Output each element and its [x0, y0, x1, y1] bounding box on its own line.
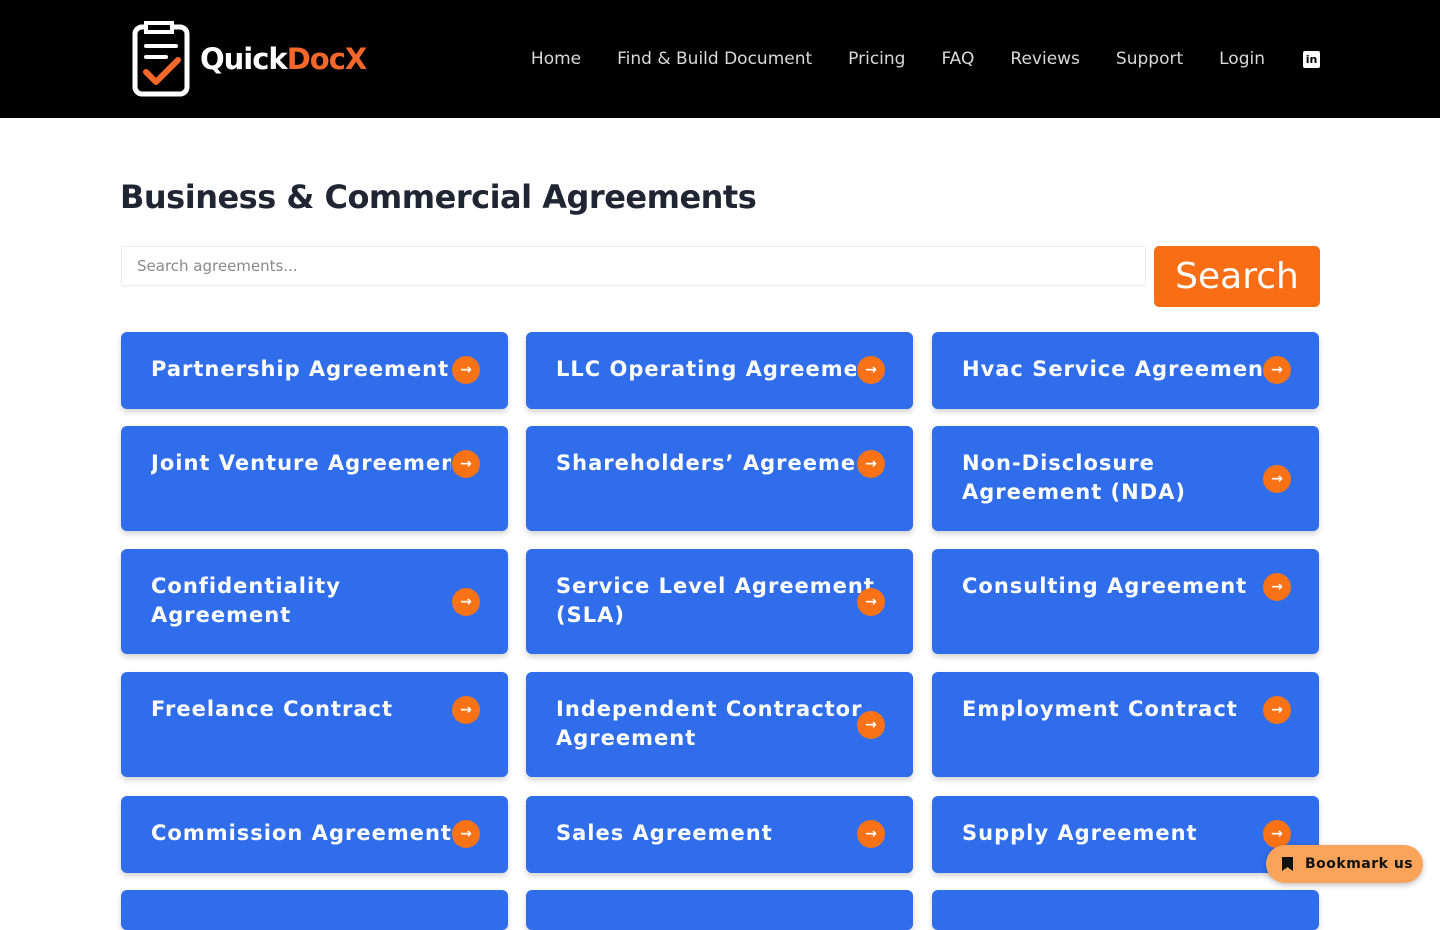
bookmark-icon	[1282, 857, 1293, 871]
nav-pricing[interactable]: Pricing	[848, 47, 905, 71]
agreement-card-label: LLC Operating Agreement	[556, 357, 856, 381]
agreement-card-shareholders[interactable]: Shareholders’ Agreement →	[526, 426, 913, 531]
agreement-card-label: Service Level Agreement (SLA)	[556, 574, 875, 627]
search-input[interactable]	[121, 246, 1146, 286]
agreement-card-label: Confidentiality Agreement	[151, 574, 341, 627]
agreement-card-partnership[interactable]: Partnership Agreement →	[121, 332, 508, 409]
arrow-right-icon: →	[452, 450, 480, 478]
arrow-right-icon: →	[1263, 696, 1291, 724]
nav-login[interactable]: Login	[1219, 47, 1265, 71]
arrow-right-icon: →	[857, 450, 885, 478]
nav-home[interactable]: Home	[531, 47, 581, 71]
search-button[interactable]: Search	[1154, 246, 1320, 307]
agreement-card-label: Shareholders’ Agreement	[556, 451, 856, 475]
agreement-card-label: Employment Contract	[962, 697, 1238, 721]
agreement-card-sla[interactable]: Service Level Agreement (SLA) →	[526, 549, 913, 654]
agreement-card-hvac-service[interactable]: Hvac Service Agreement →	[932, 332, 1319, 409]
logo[interactable]: QuickDocX	[132, 20, 368, 98]
brand-name-part2: DocX	[286, 42, 368, 76]
arrow-right-icon: →	[1263, 820, 1291, 848]
agreement-card-label: Consulting Agreement	[962, 574, 1248, 598]
agreement-card-employment[interactable]: Employment Contract →	[932, 672, 1319, 777]
arrow-right-icon: →	[1263, 465, 1291, 493]
nav-reviews[interactable]: Reviews	[1010, 47, 1080, 71]
arrow-right-icon: →	[857, 588, 885, 616]
document-check-icon	[132, 21, 190, 97]
page-title: Business & Commercial Agreements	[120, 178, 757, 216]
agreement-card-partial[interactable]	[526, 890, 913, 930]
agreement-card-supply[interactable]: Supply Agreement →	[932, 796, 1319, 873]
agreement-card-llc-operating[interactable]: LLC Operating Agreement →	[526, 332, 913, 409]
agreement-card-sales[interactable]: Sales Agreement →	[526, 796, 913, 873]
agreement-card-nda[interactable]: Non-Disclosure Agreement (NDA) →	[932, 426, 1319, 531]
brand-name: QuickDocX	[200, 42, 368, 76]
brand-name-part1: Quick	[200, 42, 288, 76]
agreement-card-joint-venture[interactable]: Joint Venture Agreement →	[121, 426, 508, 531]
arrow-right-icon: →	[857, 711, 885, 739]
agreement-card-label: Sales Agreement	[556, 821, 773, 845]
arrow-right-icon: →	[857, 820, 885, 848]
agreement-card-label: Partnership Agreement	[151, 357, 450, 381]
agreement-card-consulting[interactable]: Consulting Agreement →	[932, 549, 1319, 654]
agreement-card-label: Joint Venture Agreement	[151, 451, 451, 475]
arrow-right-icon: →	[452, 356, 480, 384]
arrow-right-icon: →	[857, 356, 885, 384]
agreement-card-commission[interactable]: Commission Agreement →	[121, 796, 508, 873]
agreement-card-label: Supply Agreement	[962, 821, 1198, 845]
nav-faq[interactable]: FAQ	[941, 47, 974, 71]
nav-support[interactable]: Support	[1116, 47, 1183, 71]
agreement-card-confidentiality[interactable]: Confidentiality Agreement →	[121, 549, 508, 654]
bookmark-button[interactable]: Bookmark us	[1266, 845, 1423, 883]
nav-find-build-document[interactable]: Find & Build Document	[617, 47, 812, 71]
agreement-card-freelance[interactable]: Freelance Contract →	[121, 672, 508, 777]
agreement-card-label: Freelance Contract	[151, 697, 394, 721]
arrow-right-icon: →	[1263, 573, 1291, 601]
linkedin-icon[interactable]: in	[1303, 50, 1320, 68]
agreement-card-label: Hvac Service Agreement	[962, 357, 1262, 381]
agreement-card-independent-contractor[interactable]: Independent Contractor Agreement →	[526, 672, 913, 777]
agreement-card-partial[interactable]	[121, 890, 508, 930]
agreement-card-label: Commission Agreement	[151, 821, 451, 845]
arrow-right-icon: →	[452, 820, 480, 848]
arrow-right-icon: →	[452, 588, 480, 616]
arrow-right-icon: →	[452, 696, 480, 724]
bookmark-label: Bookmark us	[1305, 856, 1414, 872]
arrow-right-icon: →	[1263, 356, 1291, 384]
agreement-card-partial[interactable]	[932, 890, 1319, 930]
agreement-card-label: Non-Disclosure Agreement (NDA)	[962, 451, 1187, 504]
top-navbar: QuickDocX Home Find & Build Document Pri…	[0, 0, 1440, 118]
agreement-card-label: Independent Contractor Agreement	[556, 697, 863, 750]
main-nav: Home Find & Build Document Pricing FAQ R…	[531, 47, 1320, 71]
